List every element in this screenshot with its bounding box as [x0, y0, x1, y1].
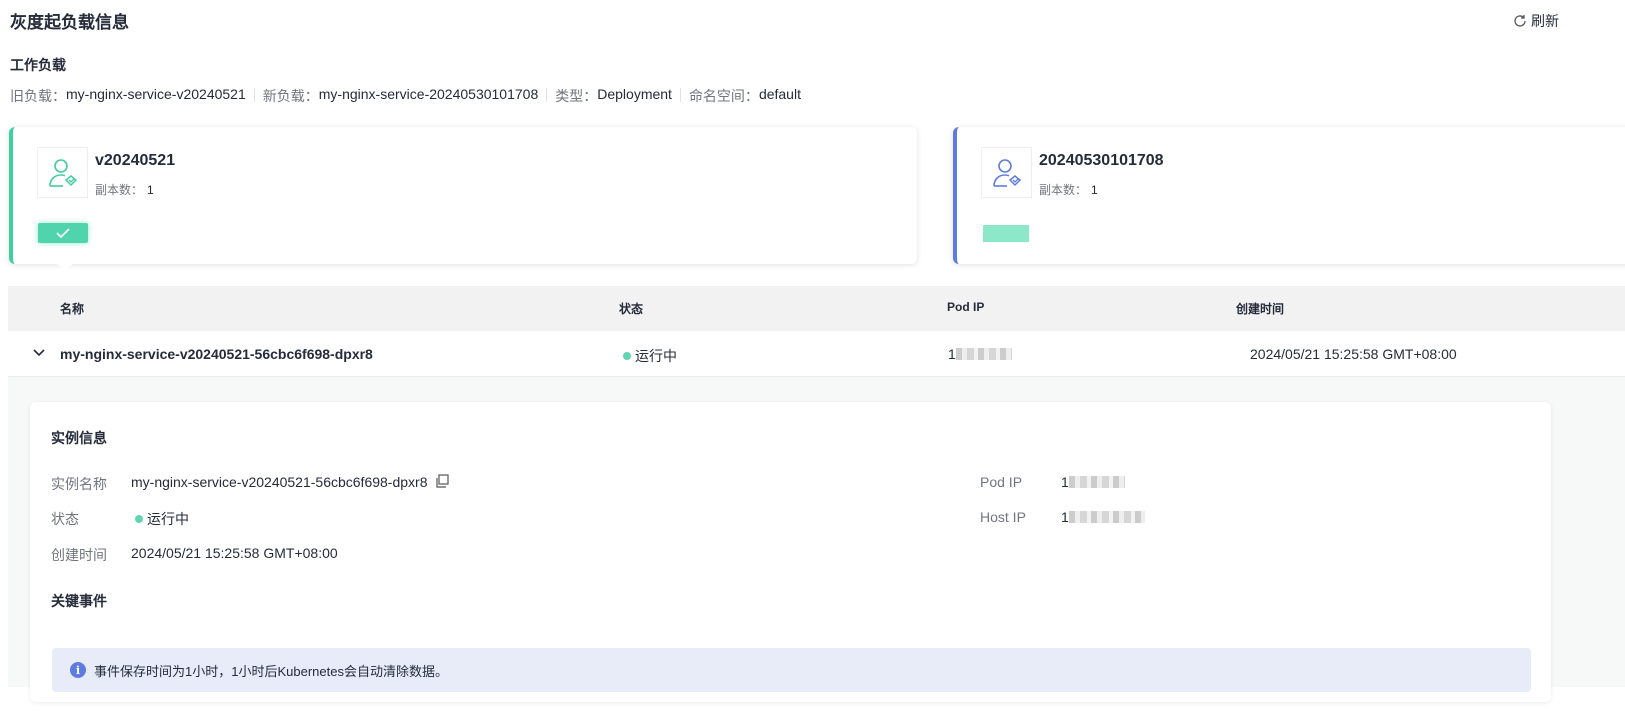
- pod-created: 2024/05/21 15:25:58 GMT+08:00: [1250, 346, 1457, 362]
- new-workload-card[interactable]: 20240530101708 副本数： 1: [953, 127, 1625, 264]
- table-header: 名称 状态 Pod IP 创建时间: [8, 286, 1625, 331]
- ip-prefix: 1: [1061, 509, 1069, 525]
- refresh-button[interactable]: 刷新: [1513, 11, 1559, 31]
- workload-heading: 工作负载: [10, 57, 66, 73]
- refresh-icon: [1514, 15, 1526, 27]
- ip-prefix: 1: [1061, 474, 1069, 490]
- ns-value: default: [758, 86, 801, 102]
- events-heading: 关键事件: [51, 593, 107, 609]
- card-name: 20240530101708: [1039, 152, 1164, 169]
- check-icon: [56, 228, 70, 239]
- status-bar: [983, 225, 1029, 242]
- refresh-label: 刷新: [1531, 13, 1559, 29]
- ns-label: 命名空间：: [688, 88, 759, 104]
- replicas-value: 1: [1091, 183, 1098, 197]
- new-label: 新负载：: [262, 88, 319, 104]
- created-value: 2024/05/21 15:25:58 GMT+08:00: [131, 545, 338, 561]
- status-text: 运行中: [635, 348, 677, 364]
- card-replicas: 副本数： 1: [95, 181, 154, 198]
- hostip-label: Host IP: [980, 509, 1026, 525]
- replicas-label: 副本数：: [1039, 183, 1088, 197]
- col-created: 创建时间: [1236, 302, 1285, 316]
- ip-prefix: 1: [948, 346, 956, 362]
- workload-meta: 旧负载： my-nginx-service-v20240521 新负载： my-ng…: [10, 86, 801, 106]
- selected-check-badge: [38, 223, 88, 243]
- old-workload-card[interactable]: v20240521 副本数： 1: [9, 127, 917, 271]
- podip-value: 1: [1061, 474, 1125, 490]
- podip-label: Pod IP: [980, 474, 1023, 490]
- pod-name: my-nginx-service-v20240521-56cbc6f698-dp…: [60, 346, 373, 362]
- old-value: my-nginx-service-v20240521: [66, 86, 246, 102]
- notice-text: 事件保存时间为1小时，1小时后Kubernetes会自动清除数据。: [94, 663, 448, 679]
- type-label: 类型：: [555, 88, 598, 104]
- new-value: my-nginx-service-20240530101708: [318, 86, 539, 102]
- pod-status: 运行中: [623, 346, 677, 366]
- user-icon: [981, 147, 1032, 198]
- col-podip: Pod IP: [947, 300, 985, 314]
- expanded-detail: 实例信息 实例名称 my-nginx-service-v20240521-56c…: [8, 377, 1625, 702]
- page-title: 灰度起负载信息: [10, 13, 129, 32]
- status-value: 运行中: [135, 509, 189, 529]
- name-value: my-nginx-service-v20240521-56cbc6f698-dp…: [131, 474, 428, 490]
- col-name: 名称: [60, 302, 85, 316]
- name-label: 实例名称: [51, 476, 107, 492]
- copy-icon[interactable]: [435, 474, 449, 488]
- status-text: 运行中: [147, 511, 189, 527]
- instance-heading: 实例信息: [51, 430, 107, 446]
- col-status: 状态: [619, 302, 644, 316]
- card-replicas: 副本数： 1: [1039, 181, 1098, 198]
- pointer-arrow: [57, 264, 73, 271]
- table-row[interactable]: my-nginx-service-v20240521-56cbc6f698-dp…: [8, 331, 1625, 377]
- name-value-wrap: my-nginx-service-v20240521-56cbc6f698-dp…: [131, 474, 449, 490]
- old-label: 旧负载：: [10, 88, 66, 104]
- replicas-label: 副本数：: [95, 183, 144, 197]
- events-notice: i 事件保存时间为1小时，1小时后Kubernetes会自动清除数据。: [52, 648, 1531, 692]
- hostip-value: 1: [1061, 509, 1145, 525]
- created-label: 创建时间: [51, 547, 107, 563]
- user-icon: [37, 147, 88, 198]
- pod-ip: 1: [948, 346, 1012, 362]
- instance-panel: 实例信息 实例名称 my-nginx-service-v20240521-56c…: [30, 402, 1551, 702]
- type-value: Deployment: [597, 86, 672, 102]
- card-name: v20240521: [95, 152, 176, 169]
- status-label: 状态: [51, 511, 79, 527]
- chevron-down-icon[interactable]: [33, 349, 45, 357]
- info-icon: i: [70, 662, 86, 678]
- replicas-value: 1: [147, 183, 154, 197]
